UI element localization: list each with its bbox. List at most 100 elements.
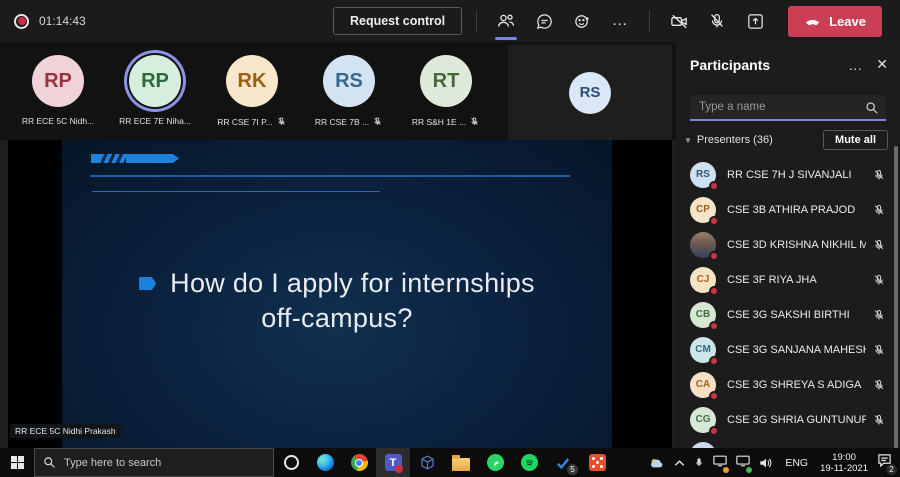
panel-scrollbar[interactable] xyxy=(894,146,898,448)
taskbar-search-placeholder: Type here to search xyxy=(64,457,161,469)
filmstrip-avatar-1[interactable]: RP RR ECE 5C Nidh... xyxy=(22,55,94,127)
spotify-icon[interactable] xyxy=(512,448,546,477)
participant-name: CSE 3G SAKSHI BIRTHI xyxy=(727,309,866,321)
mic-off-icon xyxy=(872,343,886,357)
presence-busy-dot xyxy=(709,251,719,261)
participant-row[interactable]: CA CSE 3G SHREYA S ADIGA xyxy=(676,367,900,402)
teams-taskbar-icon[interactable]: T xyxy=(376,448,410,477)
cortana-icon[interactable] xyxy=(274,448,308,477)
windows-taskbar: Type here to search T 5 xyxy=(0,448,900,477)
tray-expand-icon[interactable] xyxy=(674,459,685,467)
edge-icon[interactable] xyxy=(308,448,342,477)
participant-row[interactable]: CM CSE 3G SANJANA MAHESH xyxy=(676,332,900,367)
filmstrip-avatar-2[interactable]: RP RR ECE 7E Niha... xyxy=(119,55,191,127)
avatar-label: RR S&H 1E ... xyxy=(412,117,466,127)
tray-volume-icon[interactable] xyxy=(759,457,773,469)
avatar-label: RR ECE 5C Nidh... xyxy=(22,116,94,126)
request-control-button[interactable]: Request control xyxy=(333,7,462,35)
chat-icon[interactable] xyxy=(529,6,559,36)
mic-off-icon xyxy=(872,413,886,427)
participant-row[interactable]: RS RR CSE 7H J SIVANJALI xyxy=(676,157,900,192)
avatar: RT xyxy=(420,55,472,107)
share-screen-icon[interactable] xyxy=(740,6,770,36)
mic-off-icon xyxy=(872,238,886,252)
check-app-badge: 5 xyxy=(567,464,578,475)
slide-bullet-icon xyxy=(139,277,156,290)
meeting-top-bar: 01:14:43 Request control xyxy=(0,0,900,42)
panel-close-icon[interactable]: ✕ xyxy=(876,56,888,73)
participant-name: CSE 3G SANJANA MAHESH xyxy=(727,344,866,356)
participant-row[interactable]: CB CSE 3G SAKSHI BIRTHI xyxy=(676,297,900,332)
slide-decoration-line xyxy=(90,175,570,177)
participant-name: CSE 3G SHRIA GUNTUNUR xyxy=(727,414,866,426)
participant-search-input[interactable] xyxy=(690,95,886,121)
mic-off-icon xyxy=(872,168,886,182)
presence-busy-dot xyxy=(709,321,719,331)
reactions-icon[interactable] xyxy=(567,6,597,36)
filmstrip-avatar-4[interactable]: RS RR CSE 7B ... xyxy=(313,55,385,127)
video-tile[interactable]: RS xyxy=(508,45,672,140)
mic-off-icon xyxy=(872,203,886,217)
participant-row[interactable]: CM CSE 3I VIBHA H MURTHY xyxy=(676,437,900,448)
presence-busy-dot xyxy=(709,356,719,366)
participant-row[interactable]: CJ CSE 3F RIYA JHA xyxy=(676,262,900,297)
filmstrip-avatar-5[interactable]: RT RR S&H 1E ... xyxy=(410,55,482,127)
search-icon xyxy=(43,456,56,469)
filmstrip-avatar-3[interactable]: RK RR CSE 7I P... xyxy=(216,55,288,127)
participant-list: RS RR CSE 7H J SIVANJALI CP CSE 3B ATHIR… xyxy=(676,157,900,448)
participants-icon[interactable] xyxy=(491,6,521,36)
presence-busy-dot xyxy=(709,426,719,436)
panel-more-icon[interactable]: … xyxy=(848,57,862,73)
avatar: RP xyxy=(32,55,84,107)
mute-all-button[interactable]: Mute all xyxy=(823,130,888,150)
avatar: RK xyxy=(226,55,278,107)
file-explorer-icon[interactable] xyxy=(444,448,478,477)
participant-row[interactable]: CSE 3D KRISHNA NIKHIL ME... xyxy=(676,227,900,262)
avatar-label: RR CSE 7B ... xyxy=(315,117,369,127)
leave-button[interactable]: Leave xyxy=(788,6,882,37)
more-options-icon[interactable]: … xyxy=(605,6,635,36)
divider xyxy=(649,10,650,32)
tray-date: 19-11-2021 xyxy=(820,463,868,474)
notification-count-badge: 2 xyxy=(886,464,897,475)
mic-off-icon xyxy=(276,116,287,127)
record-dot-icon xyxy=(14,14,29,29)
recording-indicator: 01:14:43 xyxy=(14,14,86,29)
presence-busy-dot xyxy=(709,286,719,296)
section-collapse-icon[interactable]: ▼ xyxy=(684,136,692,145)
camera-off-icon[interactable] xyxy=(664,6,694,36)
slide-decoration-tag xyxy=(91,154,179,163)
tray-mic-icon[interactable] xyxy=(694,456,704,469)
windows-logo-icon xyxy=(11,456,24,469)
weather-icon[interactable] xyxy=(649,457,665,469)
participant-name: RR CSE 7H J SIVANJALI xyxy=(727,169,866,181)
mic-off-icon[interactable] xyxy=(702,6,732,36)
device-toolbar xyxy=(664,6,770,36)
whatsapp-icon[interactable] xyxy=(478,448,512,477)
tray-language[interactable]: ENG xyxy=(782,457,811,469)
cube-app-icon[interactable] xyxy=(410,448,444,477)
meeting-timer: 01:14:43 xyxy=(39,14,86,28)
participant-row[interactable]: CP CSE 3B ATHIRA PRAJOD xyxy=(676,192,900,227)
participant-name: CSE 3F RIYA JHA xyxy=(727,274,866,286)
mic-off-icon xyxy=(872,378,886,392)
slide-decoration-line xyxy=(92,191,380,192)
participant-row[interactable]: CG CSE 3G SHRIA GUNTUNUR xyxy=(676,402,900,437)
avatar: RS xyxy=(569,72,611,114)
action-center-icon[interactable]: 2 xyxy=(877,453,892,472)
tray-display-orange-icon[interactable] xyxy=(713,454,727,472)
presentation-slide: How do I apply for internships off-campu… xyxy=(62,140,612,448)
check-app-icon[interactable]: 5 xyxy=(546,448,580,477)
taskbar-search-box[interactable]: Type here to search xyxy=(34,448,274,477)
participants-panel: Participants … ✕ ▼ Presenters (36) Mute … xyxy=(676,42,900,448)
presence-busy-dot xyxy=(709,181,719,191)
red-dots-app-icon[interactable] xyxy=(580,448,614,477)
tray-display-green-icon[interactable] xyxy=(736,454,750,472)
start-button[interactable] xyxy=(0,448,34,477)
avatar: RS xyxy=(323,55,375,107)
tray-clock[interactable]: 19:00 19-11-2021 xyxy=(820,452,868,474)
presenter-name-label: RR ECE 5C Nidhi Prakash xyxy=(10,424,121,438)
avatar-speaking: RP xyxy=(129,55,181,107)
leave-label: Leave xyxy=(829,14,866,29)
chrome-icon[interactable] xyxy=(342,448,376,477)
